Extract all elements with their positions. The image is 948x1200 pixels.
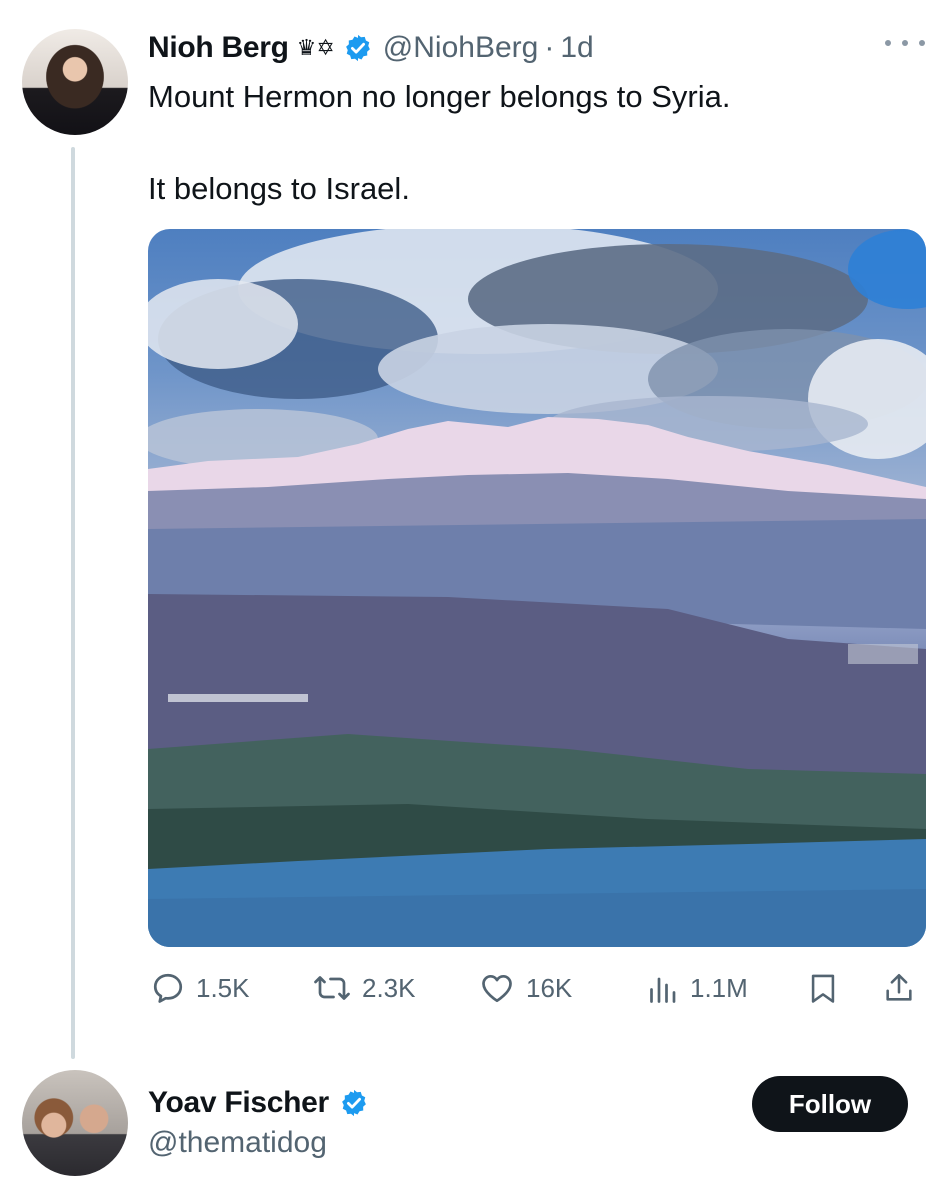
bookmark-icon <box>811 974 835 1003</box>
author-name-emoji: ♛✡ <box>296 35 335 60</box>
author-name[interactable]: Nioh Berg <box>148 31 289 65</box>
views-button[interactable]: 1.1M <box>644 968 748 1008</box>
reply-icon <box>153 973 183 1003</box>
views-count: 1.1M <box>690 972 748 1003</box>
author-handle[interactable]: @NiohBerg <box>383 31 539 65</box>
repost-button[interactable]: 2.3K <box>312 968 416 1008</box>
reply-button[interactable]: 1.5K <box>150 968 250 1008</box>
bookmark-button[interactable] <box>806 968 840 1008</box>
tweet-timestamp[interactable]: 1d <box>560 31 593 65</box>
repost-count: 2.3K <box>362 972 416 1003</box>
repost-icon <box>314 976 350 1000</box>
reply-count: 1.5K <box>196 972 250 1003</box>
verified-badge-icon <box>342 1089 366 1117</box>
share-icon <box>886 973 912 1001</box>
tweet-text-line-1: Mount Hermon no longer belongs to Syria. <box>148 79 731 114</box>
suggested-user-handle[interactable]: @thematidog <box>148 1126 327 1160</box>
tweet-photo[interactable] <box>148 229 926 947</box>
verified-badge-icon <box>345 34 370 62</box>
views-bar-chart-icon <box>650 977 676 1003</box>
mount-hermon-landscape-image <box>148 229 926 947</box>
tweet-header: Nioh Berg ♛✡ @NiohBerg · 1d <box>148 28 594 68</box>
suggested-user-avatar[interactable] <box>22 1070 128 1176</box>
follow-button[interactable]: Follow <box>752 1076 908 1132</box>
tweet-text-line-2: It belongs to Israel. <box>148 171 410 206</box>
share-button[interactable] <box>882 968 916 1008</box>
thread-connector-line <box>71 147 75 1059</box>
separator-dot: · <box>544 31 555 64</box>
suggested-user-name[interactable]: Yoav Fischer <box>148 1086 329 1120</box>
heart-icon <box>482 974 512 1003</box>
like-count: 16K <box>526 972 573 1003</box>
suggested-user-name-row: Yoav Fischer <box>148 1083 369 1123</box>
like-button[interactable]: 16K <box>478 968 572 1008</box>
author-avatar[interactable] <box>22 29 128 135</box>
more-options-icon[interactable] <box>885 40 925 50</box>
